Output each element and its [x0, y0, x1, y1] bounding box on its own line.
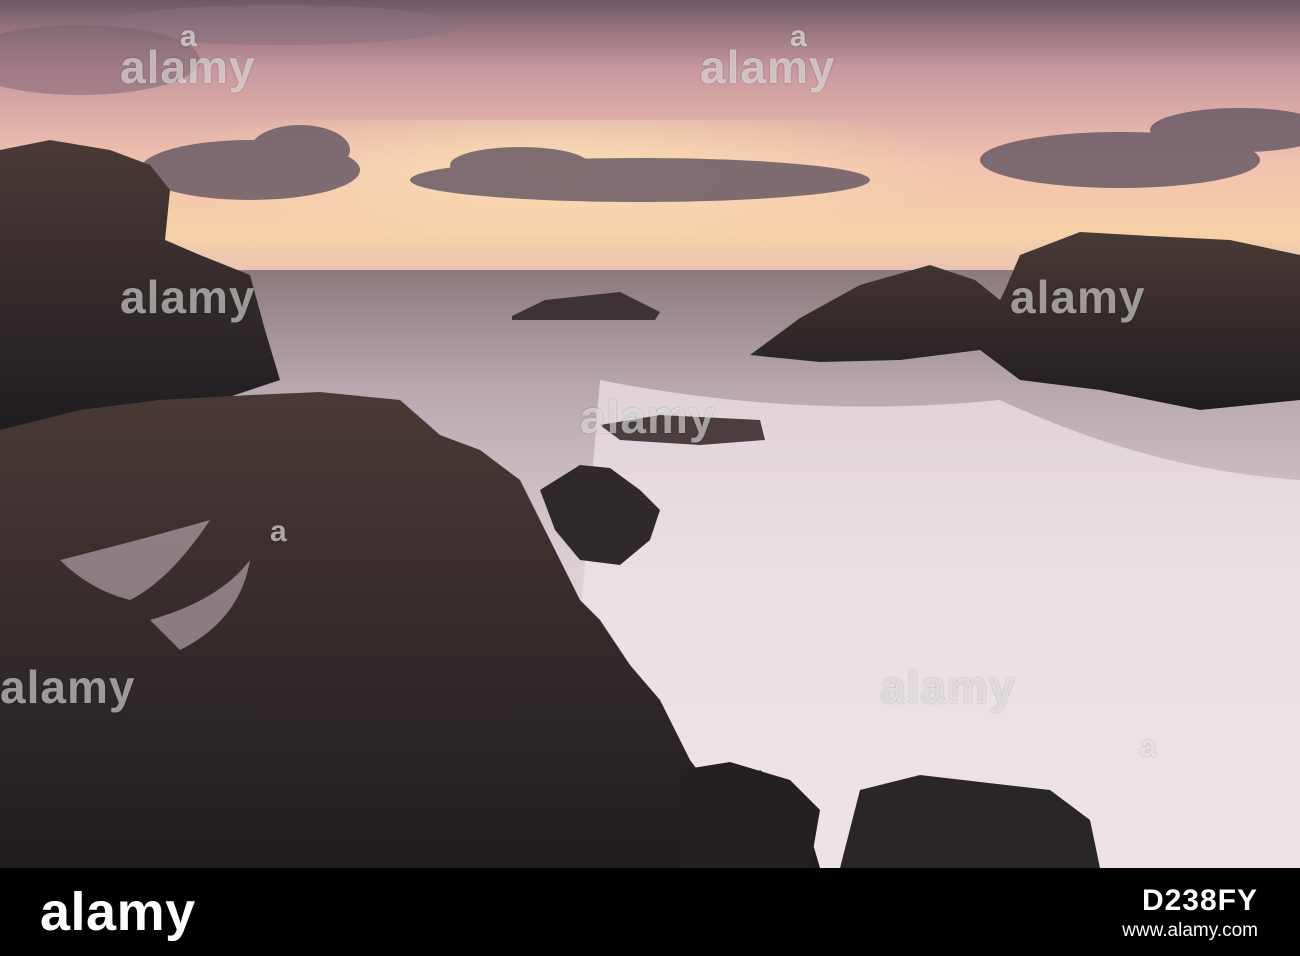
image-info: D238FY www.alamy.com	[1122, 884, 1258, 944]
stock-photo-frame: alamy alamy alamy alamy alamy alamy alam…	[0, 0, 1300, 956]
image-id-label: D238FY	[1141, 884, 1258, 917]
footer-bar: alamy D238FY www.alamy.com	[0, 868, 1300, 956]
site-url[interactable]: www.alamy.com	[1122, 918, 1258, 944]
coastal-sunset-photo	[0, 0, 1300, 868]
alamy-logo: alamy	[40, 882, 196, 942]
seascape-illustration	[0, 0, 1300, 868]
